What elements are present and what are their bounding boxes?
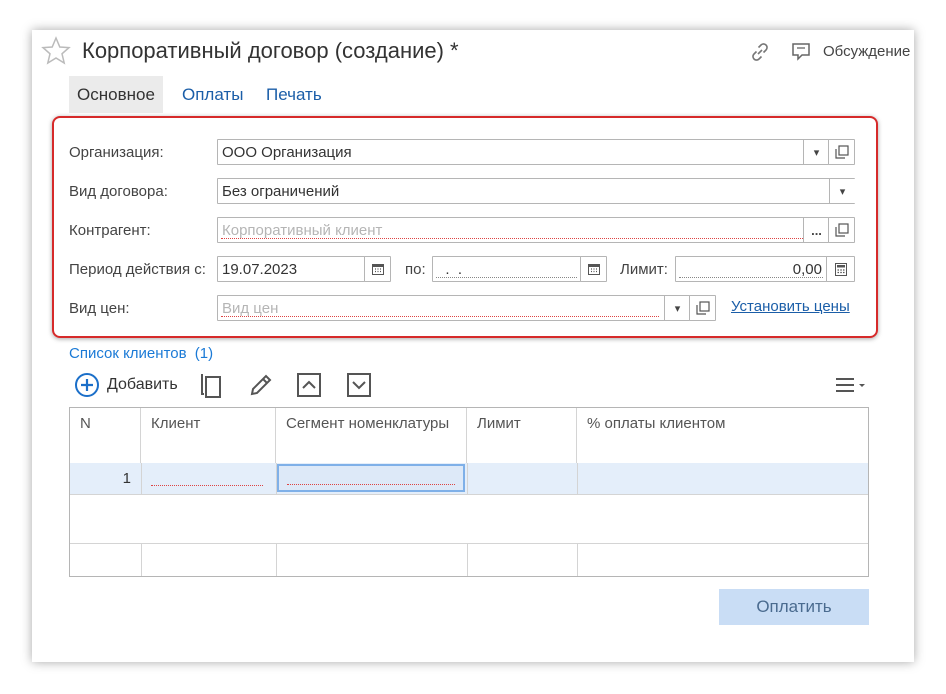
column-header-percent[interactable]: % оплаты клиентом xyxy=(577,408,868,463)
segment-cell-underline xyxy=(287,484,455,485)
column-divider xyxy=(467,463,468,494)
clients-count: (1) xyxy=(194,345,214,362)
period-to-value: . . xyxy=(437,261,463,278)
period-from-label: Период действия с: xyxy=(69,261,206,278)
client-cell-underline[interactable] xyxy=(151,485,263,486)
add-circle-icon xyxy=(75,373,99,397)
price-type-placeholder: Вид цен xyxy=(222,300,279,317)
column-header-n[interactable]: N xyxy=(70,408,141,463)
discussion-icon[interactable] xyxy=(790,40,814,64)
input-underline xyxy=(436,277,577,278)
limit-value: 0,00 xyxy=(792,261,822,278)
column-divider xyxy=(276,463,277,494)
table-row[interactable] xyxy=(70,463,868,494)
column-header-segment[interactable]: Сегмент номенклатуры xyxy=(276,408,467,463)
pay-button[interactable]: Оплатить xyxy=(719,589,869,625)
column-divider xyxy=(141,463,142,494)
tab-payments[interactable]: Оплаты xyxy=(174,76,251,113)
column-divider xyxy=(141,543,142,576)
counterparty-label: Контрагент: xyxy=(69,222,151,239)
period-to-label: по: xyxy=(405,261,426,278)
page-title: Корпоративный договор (создание) * xyxy=(82,38,459,63)
organization-label: Организация: xyxy=(69,144,164,161)
price-type-field[interactable]: Вид цен ▾ xyxy=(217,295,690,321)
ellipsis-icon[interactable]: ... xyxy=(803,218,829,242)
segment-cell-active[interactable] xyxy=(277,464,465,492)
contract-form-window: Корпоративный договор (создание) * Обсуж… xyxy=(32,30,914,662)
column-divider xyxy=(467,543,468,576)
move-down-icon[interactable] xyxy=(347,373,371,397)
add-client-button[interactable]: Добавить xyxy=(74,372,178,398)
more-menu-icon[interactable] xyxy=(834,376,868,394)
column-header-client[interactable]: Клиент xyxy=(141,408,276,463)
link-icon[interactable] xyxy=(748,40,772,64)
period-from-value: 19.07.2023 xyxy=(222,261,298,278)
contract-type-field[interactable]: Без ограничений ▾ xyxy=(217,178,855,204)
open-form-icon[interactable] xyxy=(828,139,855,165)
open-form-icon[interactable] xyxy=(689,295,716,321)
tab-main[interactable]: Основное xyxy=(69,76,163,113)
star-icon[interactable] xyxy=(40,35,72,67)
row-number: 1 xyxy=(122,470,131,487)
counterparty-field[interactable]: Корпоративный клиент ... xyxy=(217,217,829,243)
limit-label: Лимит: xyxy=(620,261,668,278)
period-to-field[interactable]: . . xyxy=(432,256,581,282)
add-button-label: Добавить xyxy=(107,376,178,393)
calendar-icon[interactable] xyxy=(580,256,607,282)
open-form-icon[interactable] xyxy=(828,217,855,243)
column-divider xyxy=(577,543,578,576)
row-divider xyxy=(70,543,868,544)
calendar-icon[interactable] xyxy=(364,256,391,282)
dropdown-arrow-icon[interactable]: ▾ xyxy=(803,140,829,164)
row-divider xyxy=(70,494,868,495)
counterparty-placeholder: Корпоративный клиент xyxy=(222,222,383,239)
clients-list-label: Список клиентов xyxy=(69,345,187,362)
organization-value: ООО Организация xyxy=(222,144,352,161)
calculator-icon[interactable] xyxy=(826,256,855,282)
set-prices-link[interactable]: Установить цены xyxy=(731,298,850,315)
input-underline xyxy=(679,277,823,278)
column-divider xyxy=(577,463,578,494)
period-from-field[interactable]: 19.07.2023 xyxy=(217,256,365,282)
required-underline xyxy=(221,238,825,239)
tab-print[interactable]: Печать xyxy=(258,76,330,113)
organization-field[interactable]: ООО Организация ▾ xyxy=(217,139,829,165)
move-up-icon[interactable] xyxy=(297,373,321,397)
dropdown-arrow-icon[interactable]: ▾ xyxy=(664,296,690,320)
price-type-label: Вид цен: xyxy=(69,300,130,317)
edit-icon[interactable] xyxy=(247,371,275,399)
column-divider xyxy=(276,543,277,576)
contract-type-label: Вид договора: xyxy=(69,183,168,200)
clients-list-title[interactable]: Список клиентов (1) xyxy=(69,345,213,362)
clients-table: N Клиент Сегмент номенклатуры Лимит % оп… xyxy=(69,407,869,577)
contract-type-value: Без ограничений xyxy=(222,183,340,200)
column-header-limit[interactable]: Лимит xyxy=(467,408,577,463)
dropdown-arrow-icon[interactable]: ▾ xyxy=(829,179,855,203)
required-underline xyxy=(221,316,659,317)
limit-field[interactable]: 0,00 xyxy=(675,256,827,282)
copy-icon[interactable] xyxy=(198,370,224,400)
discussion-label[interactable]: Обсуждение xyxy=(823,43,910,60)
